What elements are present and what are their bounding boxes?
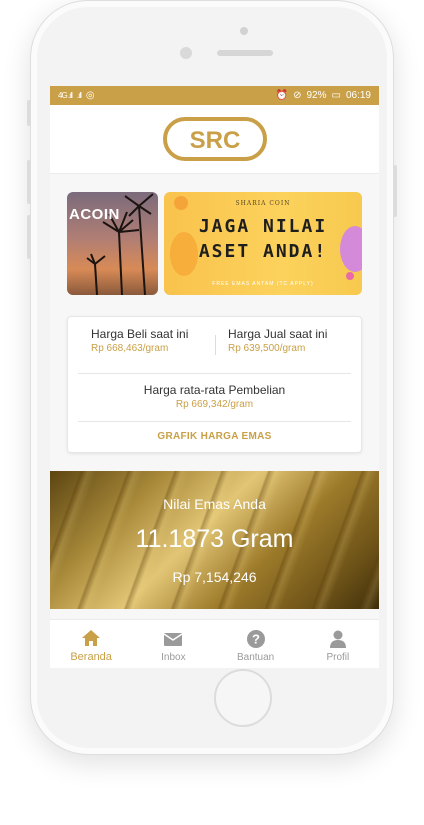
src-logo: SRC — [162, 117, 267, 161]
help-icon: ? — [246, 630, 265, 648]
divider — [78, 421, 351, 422]
nav-profil[interactable]: Profil — [297, 620, 379, 668]
sell-price-value: Rp 639,500/gram — [228, 343, 306, 354]
banner2-title: JAGA NILAI ASET ANDA! — [164, 214, 362, 264]
mute-icon: ⊘ — [293, 90, 302, 101]
sell-price: Harga Jual saat ini Rp 639,500/gram — [215, 327, 362, 354]
sell-price-label: Harga Jual saat ini — [228, 327, 328, 341]
buy-price: Harga Beli saat ini Rp 668,463/gram — [68, 327, 215, 354]
alarm-icon: ⏰ — [275, 90, 289, 101]
average-price-label: Harga rata-rata Pembelian — [143, 383, 286, 397]
gold-balance-label: Nilai Emas Anda — [163, 496, 266, 512]
proximity-sensor — [240, 27, 248, 35]
promo-banner-2[interactable]: SHARIA COIN JAGA NILAI ASET ANDA! FREE E… — [164, 192, 362, 295]
promo-banner-1[interactable]: ACOIN — [67, 192, 158, 295]
nav-label: Bantuan — [236, 652, 275, 663]
status-bar: 4G .ıll .ıll ◎ ⏰ ⊘ 92% ▭ 06:19 — [50, 86, 379, 105]
home-icon — [82, 630, 101, 646]
banner2-brand: SHARIA COIN — [235, 200, 291, 207]
battery-percent: 92% — [306, 90, 327, 101]
nav-beranda[interactable]: Beranda — [50, 620, 132, 668]
front-camera — [180, 47, 192, 59]
app-header: SRC — [50, 105, 379, 174]
power-button — [393, 165, 397, 217]
battery-icon: ▭ — [331, 90, 341, 101]
banner2-title-line2: ASET ANDA! — [198, 241, 328, 262]
clock: 06:19 — [345, 90, 371, 101]
home-button[interactable] — [214, 669, 272, 727]
banner2-footer: FREE EMAS ANTAM (TC APPLY) — [212, 281, 314, 287]
promo-carousel[interactable]: ACOIN SHARIA COIN JAGA NILAI ASET ANDA! … — [50, 192, 379, 296]
mail-icon — [163, 633, 183, 646]
signal-icon-2: .ıll — [76, 91, 82, 100]
user-icon — [329, 630, 346, 648]
banner2-title-line1: JAGA NILAI — [198, 216, 328, 237]
signal-icon: 4G .ıll — [58, 91, 73, 100]
nav-bantuan[interactable]: ? Bantuan — [215, 620, 297, 668]
divider — [78, 373, 351, 374]
app-screen: 4G .ıll .ıll ◎ ⏰ ⊘ 92% ▭ 06:19 SRC ACOIN… — [50, 86, 379, 668]
mute-switch — [27, 100, 31, 126]
volume-up-button — [27, 160, 31, 204]
nav-label: Beranda — [70, 651, 112, 663]
price-row: Harga Beli saat ini Rp 668,463/gram Harg… — [68, 327, 361, 361]
buy-price-value: Rp 668,463/gram — [91, 343, 169, 354]
wifi-icon: ◎ — [85, 90, 95, 101]
average-price: Harga rata-rata Pembelian Rp 669,342/gra… — [68, 383, 361, 410]
volume-down-button — [27, 215, 31, 259]
nav-label: Inbox — [161, 652, 186, 663]
banner1-text: ACOIN — [69, 206, 120, 223]
buy-price-label: Harga Beli saat ini — [91, 327, 189, 341]
gold-balance-panel: Nilai Emas Anda 11.1873 Gram Rp 7,154,24… — [50, 471, 379, 609]
gold-price-card: Harga Beli saat ini Rp 668,463/gram Harg… — [67, 316, 362, 453]
gold-balance-value: Rp 7,154,246 — [172, 569, 257, 585]
nav-label: Profil — [326, 652, 350, 663]
average-price-value: Rp 669,342/gram — [175, 399, 254, 410]
bottom-nav: Beranda Inbox ? Bantuan Profil — [50, 619, 379, 668]
decor-dot-pink — [346, 272, 354, 280]
svg-text:?: ? — [252, 632, 260, 647]
speaker-grille — [217, 50, 273, 56]
gold-price-chart-link[interactable]: GRAFIK HARGA EMAS — [68, 431, 361, 442]
logo-text: SRC — [189, 127, 240, 154]
nav-inbox[interactable]: Inbox — [132, 620, 214, 668]
gold-balance-amount: 11.1873 Gram — [135, 525, 294, 553]
